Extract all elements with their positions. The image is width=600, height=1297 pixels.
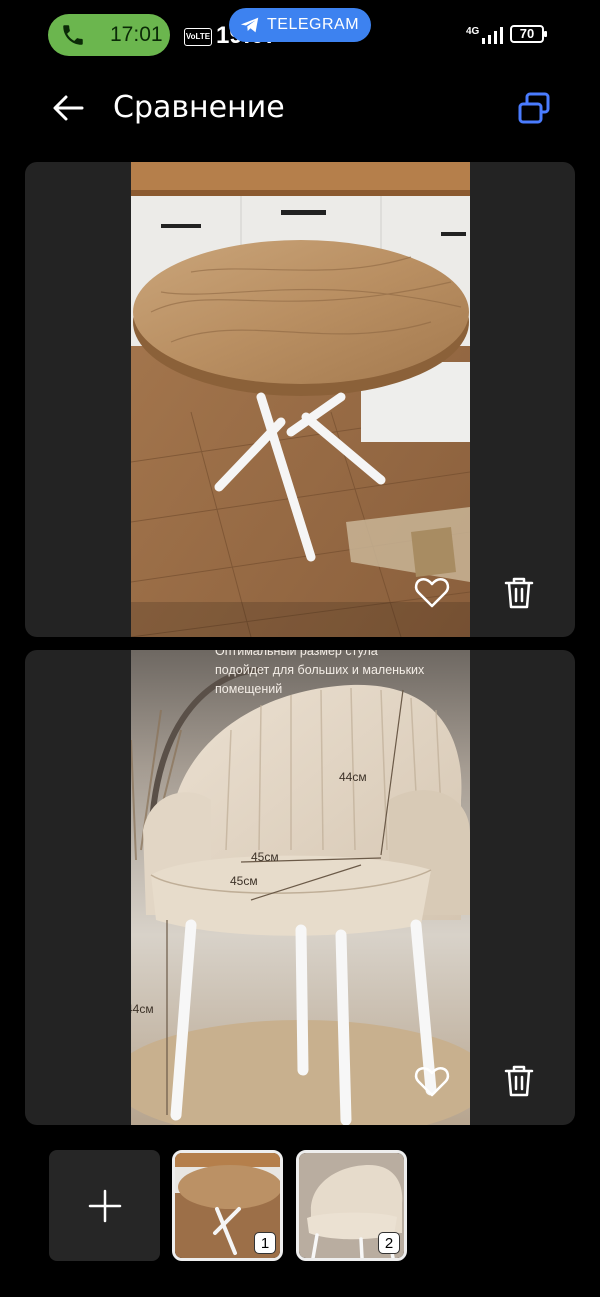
table-product-image[interactable] [131,162,470,637]
back-arrow-icon[interactable] [48,88,88,128]
comparison-card-table [25,162,575,637]
favorite-heart-icon[interactable] [414,575,450,609]
delete-trash-icon[interactable] [503,1064,535,1098]
plus-icon [88,1189,122,1223]
volte-badge: VoLTE [184,28,212,46]
dimension-leg-height: 44см [131,1002,154,1016]
network-type: 4G [466,26,480,37]
battery-indicator: 70 [510,25,547,43]
comparison-card-chair: Оптимальный размер стула подойдет для бо… [25,650,575,1125]
dimension-seat-depth: 45см [230,874,258,888]
signal-icon [482,27,503,44]
chair-caption-line2: подойдет для больших и маленьких [215,663,425,677]
chair-caption-line3: помещений [215,682,283,696]
thumbnail-chair[interactable]: 2 [296,1150,407,1261]
telegram-label: TELEGRAM [267,16,360,33]
chair-product-image[interactable]: Оптимальный размер стула подойдет для бо… [131,650,470,1125]
telegram-notification-pill[interactable]: TELEGRAM [229,8,371,42]
status-bar: 17:01 VoLTE 19:07 TELEGRAM 4G 70 [0,0,600,70]
page-title: Сравнение [113,90,285,125]
add-item-button[interactable] [49,1150,160,1261]
delete-trash-icon[interactable] [503,576,535,610]
chair-caption-line1: Оптимальный размер стула [215,650,378,658]
telegram-plane-icon [240,17,259,33]
dimension-seat-width: 45см [251,850,279,864]
thumbnail-number: 1 [254,1232,276,1254]
thumbnail-table[interactable]: 1 [172,1150,283,1261]
ongoing-call-pill[interactable]: 17:01 [48,14,170,56]
call-timer: 17:01 [110,23,163,46]
phone-icon [63,25,83,45]
favorite-heart-icon[interactable] [414,1064,450,1098]
compare-windows-icon[interactable] [516,90,552,126]
dimension-back-height: 44см [339,770,367,784]
thumbnail-number: 2 [378,1232,400,1254]
